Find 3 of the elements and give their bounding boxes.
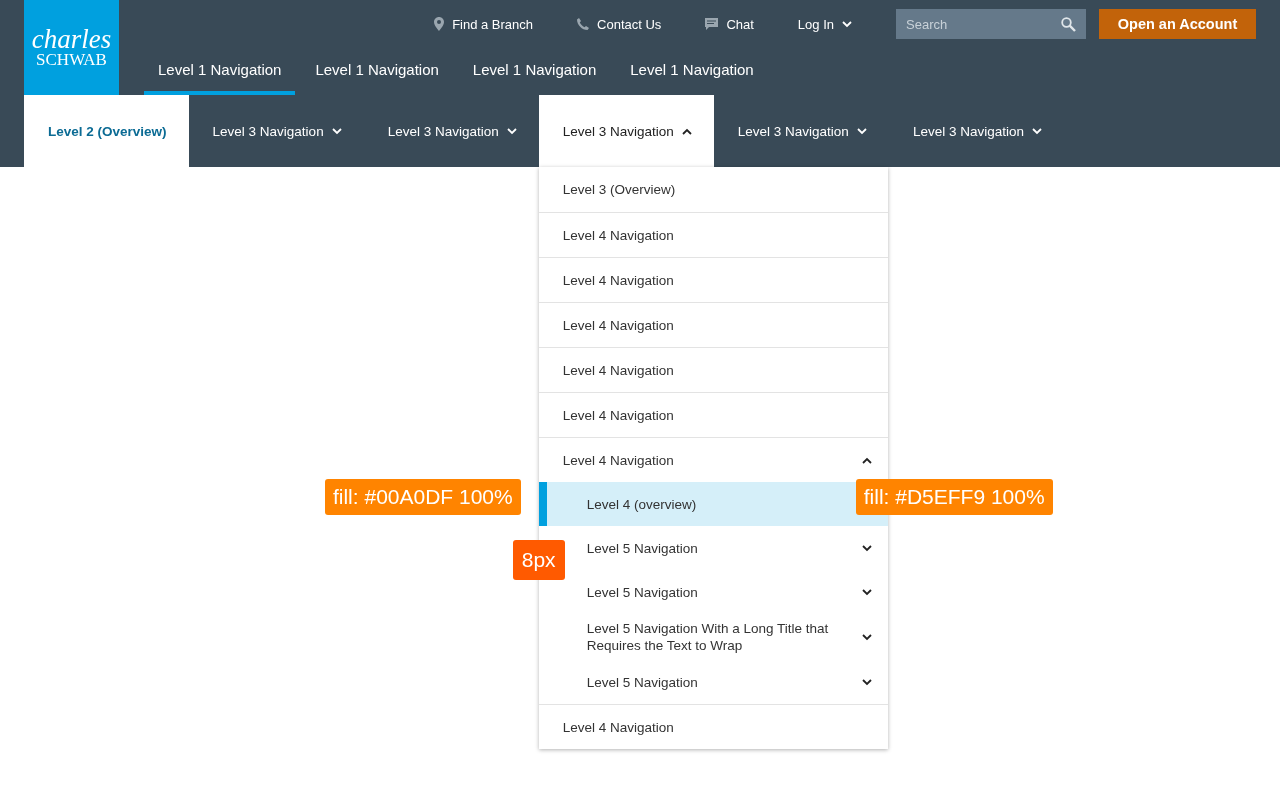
annotation-tooltip: 8px (512, 540, 565, 580)
annotation-tooltip: fill: #00A0DF 100% (324, 479, 521, 515)
annotation-tooltip: fill: #D5EFF9 100% (855, 479, 1053, 515)
